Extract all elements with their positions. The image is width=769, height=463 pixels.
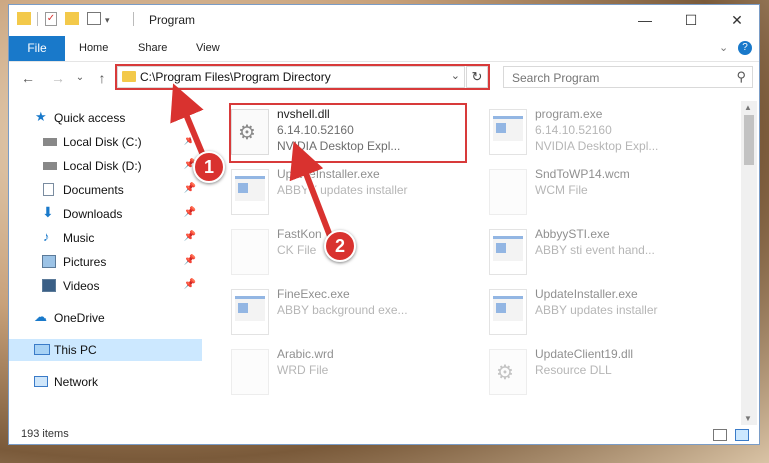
callout-badge-1: 1: [193, 151, 225, 183]
callout-badge-2: 2: [324, 230, 356, 262]
callout-arrows: [170, 83, 335, 238]
arrow-2-line: [289, 141, 333, 238]
arrow-1-line: [170, 83, 208, 162]
